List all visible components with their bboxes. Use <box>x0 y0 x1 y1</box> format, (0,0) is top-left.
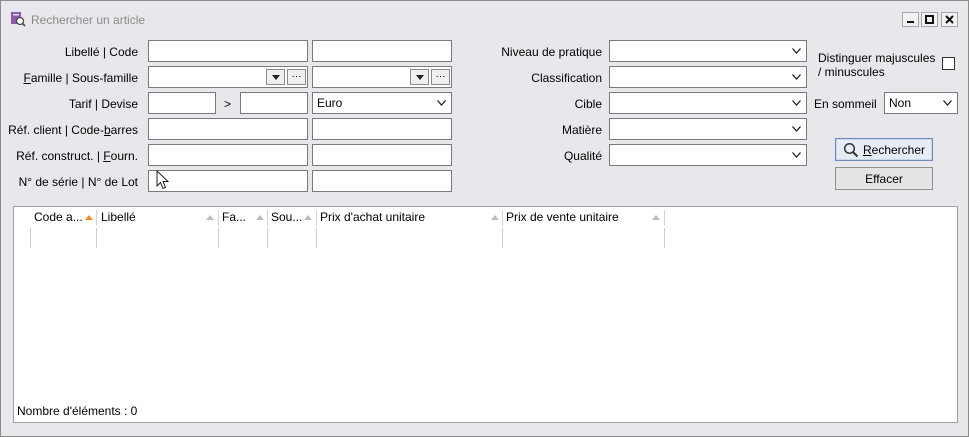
famille-browse-button[interactable]: ··· <box>287 69 306 85</box>
sort-icon <box>652 215 660 220</box>
cible-select[interactable] <box>609 92 807 114</box>
libelle-input[interactable] <box>148 40 308 62</box>
ellipsis-icon: ··· <box>435 71 446 82</box>
effacer-button[interactable]: Effacer <box>835 167 933 190</box>
row-gridline <box>267 228 268 248</box>
mouse-cursor-icon <box>156 170 170 190</box>
famille-dropdown-button[interactable] <box>266 69 285 85</box>
item-count-status: Nombre d'éléments : 0 <box>17 404 138 418</box>
sort-icon <box>206 215 214 220</box>
chevron-down-icon <box>437 100 446 106</box>
maximize-icon <box>925 15 934 24</box>
row-gridline <box>96 228 97 248</box>
qualite-label: Qualité <box>563 149 602 163</box>
row-gridline <box>30 228 31 248</box>
sous-famille-combo[interactable]: ··· <box>312 66 452 88</box>
close-button[interactable] <box>941 12 958 27</box>
minimize-button[interactable] <box>902 12 919 27</box>
tarif-range-separator: > <box>224 97 232 111</box>
distinguer-label-line2: / minuscules <box>818 65 885 79</box>
search-article-window: Rechercher un article Libellé | Code Fam… <box>0 0 969 437</box>
code-barres-input[interactable] <box>312 118 452 140</box>
ref-construct-label: Réf. construct. | Fourn. <box>16 149 138 163</box>
chevron-down-icon <box>271 74 280 80</box>
rechercher-label: Rechercher <box>863 143 925 157</box>
ref-client-label-pre: Réf. client | Code- <box>8 123 104 137</box>
chevron-down-icon <box>415 74 424 80</box>
numero-serie-input[interactable] <box>148 170 308 192</box>
maximize-button[interactable] <box>921 12 938 27</box>
row-gridline <box>664 228 665 248</box>
results-grid[interactable]: Code a... Libellé Fa... Sou... Prix d'ac… <box>13 206 958 423</box>
column-header-libelle[interactable]: Libellé <box>97 207 217 228</box>
serie-lot-label: N° de série | N° de Lot <box>18 175 138 189</box>
rechercher-label-rest: echercher <box>871 142 926 157</box>
ref-construct-label-pre: Réf. construct. | <box>16 149 104 163</box>
cible-label: Cible <box>574 97 602 111</box>
title-bar: Rechercher un article <box>1 1 968 31</box>
fournisseur-input[interactable] <box>312 144 452 166</box>
row-gridline <box>316 228 317 248</box>
minimize-icon <box>907 21 914 23</box>
devise-value: Euro <box>317 96 343 110</box>
window-title: Rechercher un article <box>31 13 146 27</box>
ref-construct-accesskey: F <box>103 149 111 163</box>
matiere-label: Matière <box>561 123 602 137</box>
rechercher-accesskey: R <box>862 142 872 157</box>
ref-client-label-post: arres <box>110 123 138 137</box>
ellipsis-icon: ··· <box>291 71 302 82</box>
chevron-down-icon <box>792 152 801 158</box>
devise-select[interactable]: Euro <box>312 92 452 114</box>
ref-client-label: Réf. client | Code-barres <box>8 123 138 137</box>
close-icon <box>945 15 954 24</box>
classification-select[interactable] <box>609 66 807 88</box>
qualite-select[interactable] <box>609 144 807 166</box>
libelle-code-label: Libellé | Code <box>64 45 138 59</box>
search-article-icon <box>11 12 26 27</box>
numero-lot-input[interactable] <box>312 170 452 192</box>
code-input[interactable] <box>312 40 452 62</box>
row-gridline <box>218 228 219 248</box>
tarif-devise-label: Tarif | Devise <box>68 97 138 111</box>
sous-famille-browse-button[interactable]: ··· <box>431 69 450 85</box>
distinguer-casse-checkbox[interactable] <box>942 57 955 70</box>
en-sommeil-select[interactable]: Non <box>884 92 958 114</box>
niveau-pratique-select[interactable] <box>609 40 807 62</box>
chevron-down-icon <box>792 126 801 132</box>
rechercher-button[interactable]: Rechercher <box>835 138 933 161</box>
sort-ascending-icon <box>85 215 93 220</box>
famille-label: Famille | Sous-famille <box>24 71 139 85</box>
tarif-max-input[interactable] <box>240 92 308 114</box>
column-header-prix-vente[interactable]: Prix de vente unitaire <box>502 207 664 228</box>
ref-construct-input[interactable] <box>148 144 308 166</box>
ref-construct-label-post: ourn. <box>110 149 138 163</box>
niveau-pratique-label: Niveau de pratique <box>501 45 602 59</box>
matiere-select[interactable] <box>609 118 807 140</box>
chevron-down-icon <box>943 100 952 106</box>
column-header-prix-achat[interactable]: Prix d'achat unitaire <box>316 207 502 228</box>
sort-icon <box>491 215 499 220</box>
chevron-down-icon <box>792 100 801 106</box>
chevron-down-icon <box>792 74 801 80</box>
tarif-min-input[interactable] <box>148 92 216 114</box>
sort-icon <box>256 215 264 220</box>
classification-label: Classification <box>531 71 602 85</box>
chevron-down-icon <box>792 48 801 54</box>
en-sommeil-value: Non <box>889 96 912 110</box>
famille-combo[interactable]: ··· <box>148 66 308 88</box>
distinguer-label-line1: Distinguer majuscules <box>818 51 936 65</box>
column-separator <box>664 210 665 226</box>
sort-icon <box>304 215 312 220</box>
search-icon <box>843 142 859 157</box>
famille-label-rest: amille | Sous-famille <box>30 71 138 85</box>
row-gridline <box>502 228 503 248</box>
ref-client-input[interactable] <box>148 118 308 140</box>
sous-famille-dropdown-button[interactable] <box>410 69 429 85</box>
en-sommeil-label: En sommeil <box>814 97 877 111</box>
ref-client-accesskey: b <box>103 123 111 137</box>
famille-accesskey: F <box>23 71 31 85</box>
